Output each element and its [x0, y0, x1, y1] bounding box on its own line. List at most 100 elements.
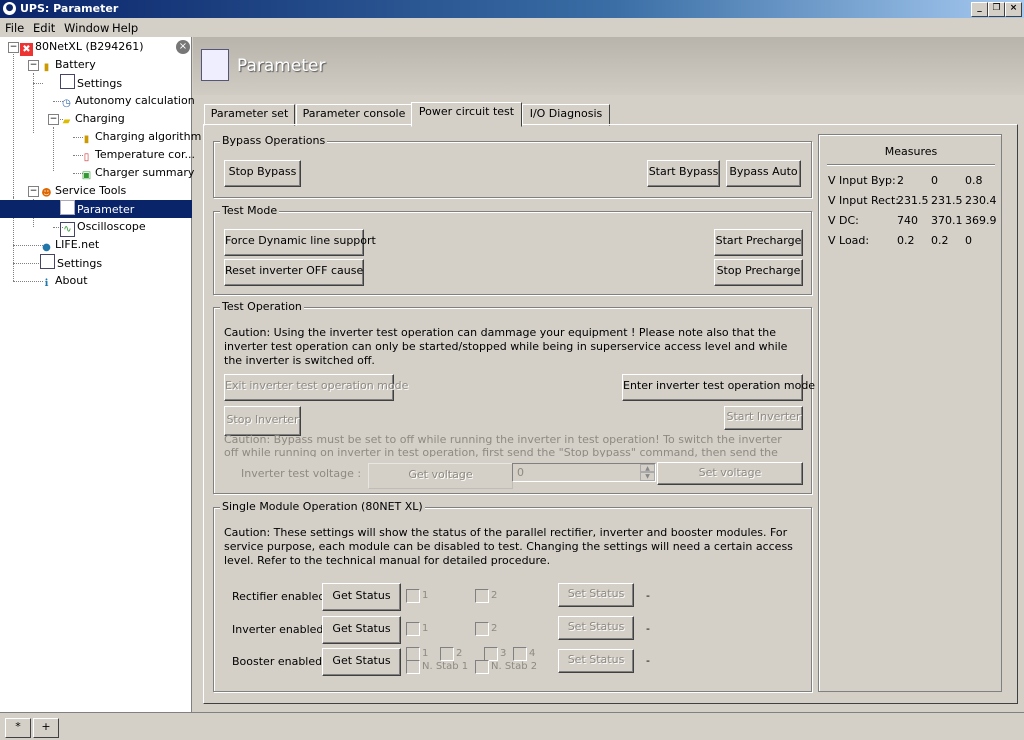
booster-get-status-button[interactable]: Get Status — [322, 648, 401, 676]
inverter-set-status-button[interactable]: Set Status — [558, 616, 634, 640]
booster-checkbox-2[interactable] — [440, 647, 454, 661]
measure-value: 0.8 — [965, 174, 983, 187]
tree-item-charger-summary[interactable]: ▣ Charger summary — [80, 164, 195, 182]
measure-label: V Input Rect: — [828, 194, 899, 207]
checkbox-label: 2 — [491, 623, 498, 634]
tree-item-service-tools[interactable]: ☻ Service Tools — [40, 182, 126, 200]
rectifier-checkbox-1[interactable] — [406, 589, 420, 603]
measures-divider — [827, 164, 995, 166]
booster-checkbox-3[interactable] — [484, 647, 498, 661]
group-title: Test Operation — [220, 300, 304, 313]
stop-bypass-button[interactable]: Stop Bypass — [224, 160, 301, 187]
stop-precharge-button[interactable]: Stop Precharge — [714, 259, 803, 286]
tree-item-oscilloscope[interactable]: ∿ Oscilloscope — [60, 218, 146, 237]
tree-item-parameter[interactable]: Parameter — [0, 200, 192, 218]
measure-value: 370.1 — [931, 214, 963, 227]
navigation-tree: − ✖ 80NetXL (B294261) × − ▮ Battery Settin… — [0, 37, 201, 712]
collapse-toggle[interactable]: − — [28, 60, 39, 71]
battery-icon: ▮ — [83, 134, 90, 145]
checkbox-label: 1 — [422, 648, 429, 659]
booster-checkbox-nstab1[interactable] — [406, 660, 420, 674]
add-button[interactable]: + — [33, 718, 59, 738]
tree-item-lifenet[interactable]: ● LIFE.net — [40, 236, 99, 254]
tree-item-charging[interactable]: ▰ Charging — [60, 110, 125, 128]
tree-item-temperature[interactable]: ▯ Temperature cor... — [80, 146, 195, 164]
start-bypass-button[interactable]: Start Bypass — [647, 160, 720, 187]
tree-item-settings-2[interactable]: Settings — [40, 254, 102, 272]
clock-icon: ◷ — [62, 98, 71, 109]
tree-item-root[interactable]: ✖ 80NetXL (B294261) — [20, 38, 144, 56]
tab-parameter-set[interactable]: Parameter set — [204, 104, 295, 126]
collapse-toggle[interactable]: − — [28, 186, 39, 197]
spin-up-icon[interactable]: ▲ — [640, 464, 655, 472]
menu-window[interactable]: Window — [64, 21, 109, 35]
booster-checkbox-1[interactable] — [406, 647, 420, 661]
inverter-checkbox-2[interactable] — [475, 622, 489, 636]
document-icon — [40, 254, 55, 269]
inverter-enabled-label: Inverter enabled: — [232, 623, 328, 636]
tree-item-charging-algorithm[interactable]: ▮ Charging algorithm — [80, 128, 202, 146]
booster-checkbox-nstab2[interactable] — [475, 660, 489, 674]
set-voltage-button[interactable]: Set voltage — [657, 462, 803, 485]
exit-inverter-test-mode-button[interactable]: Exit inverter test operation mode — [224, 374, 408, 401]
booster-checkbox-4[interactable] — [513, 647, 527, 661]
rectifier-checkbox-2[interactable] — [475, 589, 489, 603]
voltage-value: 0 — [517, 466, 524, 479]
menu-edit[interactable]: Edit — [33, 21, 55, 35]
measure-value: 740 — [897, 214, 918, 227]
get-voltage-button[interactable]: Get voltage — [368, 463, 513, 489]
bottom-bar: * + — [0, 712, 1024, 740]
checkbox-label: 1 — [422, 623, 429, 634]
tree-item-about[interactable]: ℹ About — [40, 272, 88, 290]
start-inverter-button[interactable]: Start Inverter — [724, 406, 803, 430]
group-title: Single Module Operation (80NET XL) — [220, 500, 425, 513]
folder-icon: ▰ — [62, 116, 71, 127]
collapse-toggle[interactable]: − — [8, 42, 19, 53]
checkbox-label: 1 — [422, 590, 429, 601]
enter-inverter-test-mode-button[interactable]: Enter inverter test operation mode — [622, 374, 815, 401]
page-title: Parameter — [237, 56, 326, 76]
tree-item-settings[interactable]: Settings — [60, 74, 122, 92]
menu-help[interactable]: Help — [112, 21, 138, 35]
stop-inverter-button[interactable]: Stop Inverter — [224, 406, 301, 436]
start-precharge-button[interactable]: Start Precharge — [714, 229, 803, 256]
tree-item-autonomy[interactable]: ◷ Autonomy calculation — [60, 92, 195, 110]
user-icon: ☻ — [41, 188, 52, 199]
booster-set-status-button[interactable]: Set Status — [558, 649, 634, 673]
collapse-toggle[interactable]: − — [48, 114, 59, 125]
globe-icon: ● — [42, 242, 51, 253]
voltage-spinbox[interactable]: 0 ▲ ▼ — [512, 463, 656, 482]
group-title: Test Mode — [220, 204, 280, 217]
tab-power-circuit-test[interactable]: Power circuit test — [411, 102, 522, 127]
test-operation-caution: Caution: Using the inverter test operati… — [224, 326, 788, 367]
bypass-auto-button[interactable]: Bypass Auto — [726, 160, 801, 187]
inverter-test-voltage-label: Inverter test voltage : — [241, 467, 362, 480]
parameter-document-icon — [201, 49, 229, 81]
tab-parameter-console[interactable]: Parameter console — [296, 104, 412, 126]
minimize-button[interactable]: _ — [971, 2, 988, 17]
group-title: Bypass Operations — [220, 134, 328, 147]
inverter-get-status-button[interactable]: Get Status — [322, 616, 401, 644]
reset-inverter-off-cause-button[interactable]: Reset inverter OFF cause — [224, 259, 364, 286]
rectifier-set-status-button[interactable]: Set Status — [558, 583, 634, 607]
oscilloscope-icon: ∿ — [60, 222, 75, 237]
rectifier-status: - — [646, 589, 650, 602]
star-button[interactable]: * — [5, 718, 31, 738]
device-error-icon: ✖ — [20, 43, 33, 56]
restore-button[interactable]: ❐ — [988, 2, 1005, 17]
spin-down-icon[interactable]: ▼ — [640, 472, 655, 481]
force-dynamic-line-support-button[interactable]: Force Dynamic line support — [224, 229, 376, 256]
menu-file[interactable]: File — [5, 21, 24, 35]
booster-enabled-label: Booster enabled: — [232, 655, 326, 668]
rectifier-get-status-button[interactable]: Get Status — [322, 583, 401, 611]
close-button[interactable]: × — [1005, 2, 1022, 17]
tab-io-diagnosis[interactable]: I/O Diagnosis — [522, 104, 610, 126]
measure-value: 369.9 — [965, 214, 997, 227]
bypass-operations-group: Bypass Operations — [213, 134, 812, 198]
close-icon[interactable]: × — [176, 40, 190, 54]
measure-value: 231.5 — [931, 194, 963, 207]
inverter-checkbox-1[interactable] — [406, 622, 420, 636]
single-module-caution: Caution: These settings will show the st… — [224, 526, 793, 567]
measure-value: 0 — [965, 234, 972, 247]
tree-item-battery[interactable]: ▮ Battery — [40, 56, 96, 74]
